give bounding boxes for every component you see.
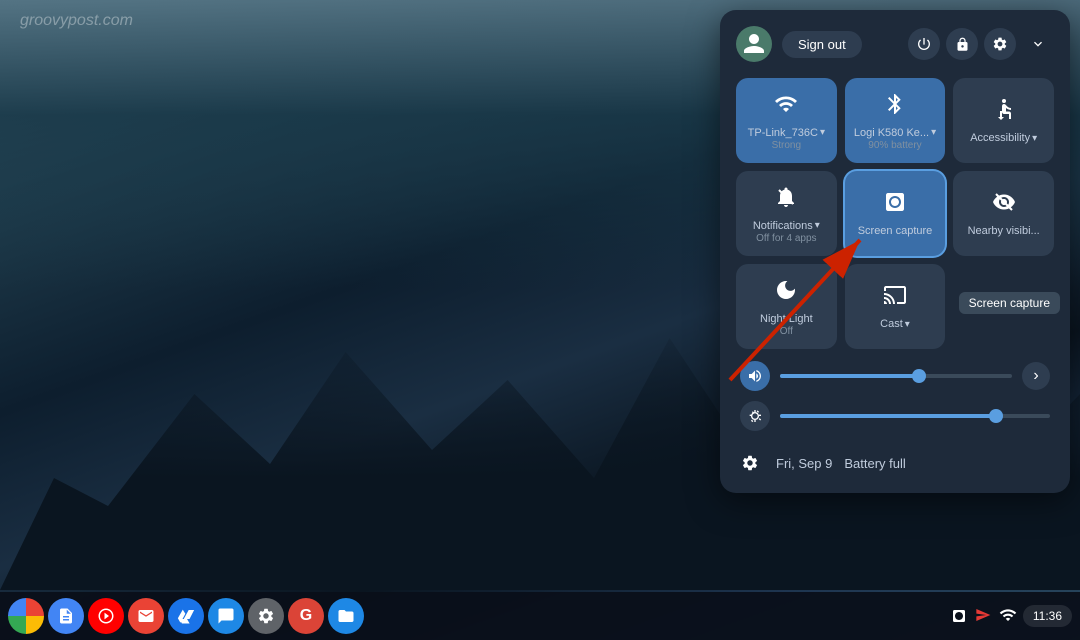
taskbar-wifi-icon [999, 606, 1017, 624]
chevron-down-icon [1030, 36, 1046, 52]
battery-status: Battery full [844, 456, 905, 471]
taskbar-send-icon[interactable] [973, 607, 993, 626]
accessibility-label: Accessibility [970, 131, 1030, 145]
tile-screen-capture[interactable]: Screen capture [845, 171, 946, 256]
taskbar-app-gmail[interactable] [128, 598, 164, 634]
bluetooth-icon [883, 92, 907, 122]
notifications-label: Notifications [753, 219, 813, 233]
taskbar-app-chrome[interactable] [8, 598, 44, 634]
notifications-icon [774, 185, 798, 215]
settings-icon [992, 36, 1008, 52]
wifi-arrow: ▾ [820, 127, 825, 138]
taskbar-clock[interactable]: 11:36 [1023, 605, 1072, 627]
night-light-icon [774, 278, 798, 308]
tile-notifications[interactable]: Notifications ▾ Off for 4 apps [736, 171, 837, 256]
taskbar-app-youtube[interactable] [88, 598, 124, 634]
nearby-icon [992, 190, 1016, 220]
avatar [736, 26, 772, 62]
tile-cast[interactable]: Cast ▾ [845, 264, 946, 349]
bluetooth-arrow: ▾ [931, 127, 936, 138]
cast-arrow: ▾ [905, 319, 910, 330]
tile-nearby[interactable]: Nearby visibi... [953, 171, 1054, 256]
volume-expand-button[interactable]: › [1022, 362, 1050, 390]
chevron-down-button[interactable] [1022, 28, 1054, 60]
taskbar-arrow-icon [973, 607, 993, 623]
taskbar-screenshot-icon [951, 608, 967, 624]
accessibility-arrow: ▾ [1032, 133, 1037, 144]
volume-thumb[interactable] [912, 369, 926, 383]
footer-date: Fri, Sep 9 [776, 456, 832, 471]
brightness-slider-row [736, 401, 1054, 431]
notifications-label-row: Notifications ▾ [753, 219, 820, 233]
settings-button[interactable] [984, 28, 1016, 60]
taskbar-right: 11:36 [951, 605, 1072, 627]
lock-icon [955, 37, 970, 52]
cast-label-row: Cast ▾ [880, 317, 910, 331]
screen-capture-label: Screen capture [858, 224, 933, 238]
notifications-arrow: ▾ [815, 220, 820, 231]
header-action-icons [908, 28, 1054, 60]
tile-night-light[interactable]: Night Light Off [736, 264, 837, 349]
wifi-icon [774, 92, 798, 122]
taskbar-wifi[interactable] [999, 606, 1017, 627]
taskbar-app-drive[interactable] [168, 598, 204, 634]
taskbar-app-meet[interactable] [208, 598, 244, 634]
wifi-label-row: TP-Link_736C ▾ [748, 126, 825, 140]
wifi-label: TP-Link_736C [748, 126, 818, 140]
cast-icon [883, 283, 907, 313]
wifi-sublabel: Strong [772, 140, 801, 151]
panel-settings-button[interactable] [736, 449, 764, 477]
tile-wifi[interactable]: TP-Link_736C ▾ Strong [736, 78, 837, 163]
accessibility-label-row: Accessibility ▾ [970, 131, 1037, 145]
taskbar-app-files[interactable] [328, 598, 364, 634]
panel-header: Sign out [736, 26, 1054, 62]
screen-capture-tooltip: Screen capture [959, 292, 1060, 314]
sign-out-button[interactable]: Sign out [782, 31, 862, 58]
panel-footer: Fri, Sep 9 Battery full [736, 441, 1054, 477]
screen-capture-icon [883, 190, 907, 220]
tile-accessibility[interactable]: Accessibility ▾ [953, 78, 1054, 163]
brightness-track[interactable] [780, 414, 1050, 418]
volume-icon[interactable] [740, 361, 770, 391]
brightness-icon[interactable] [740, 401, 770, 431]
taskbar-apps: G [8, 598, 951, 634]
notifications-sublabel: Off for 4 apps [756, 233, 816, 244]
accessibility-icon [992, 97, 1016, 127]
brightness-thumb[interactable] [989, 409, 1003, 423]
clock-time: 11:36 [1033, 609, 1062, 623]
taskbar-app-docs[interactable] [48, 598, 84, 634]
volume-slider-row: › [736, 361, 1054, 391]
taskbar-screen-capture[interactable] [951, 608, 967, 624]
bluetooth-label-row: Logi K580 Ke... ▾ [854, 126, 936, 140]
taskbar-app-google[interactable]: G [288, 598, 324, 634]
taskbar: G 11:36 [0, 592, 1080, 640]
cast-label: Cast [880, 317, 903, 331]
gear-icon [741, 454, 759, 472]
volume-track[interactable] [780, 374, 1012, 378]
taskbar-app-settings[interactable] [248, 598, 284, 634]
watermark: groovypost.com [20, 12, 133, 30]
power-button[interactable] [908, 28, 940, 60]
bluetooth-label: Logi K580 Ke... [854, 126, 929, 140]
bluetooth-sublabel: 90% battery [868, 140, 921, 151]
quick-settings-panel: Sign out [720, 10, 1070, 493]
night-light-label: Night Light [760, 312, 813, 326]
brightness-fill [780, 414, 996, 418]
night-light-sublabel: Off [780, 326, 793, 337]
lock-button[interactable] [946, 28, 978, 60]
volume-fill [780, 374, 919, 378]
tile-bluetooth[interactable]: Logi K580 Ke... ▾ 90% battery [845, 78, 946, 163]
nearby-label: Nearby visibi... [968, 224, 1040, 238]
power-icon [916, 36, 932, 52]
